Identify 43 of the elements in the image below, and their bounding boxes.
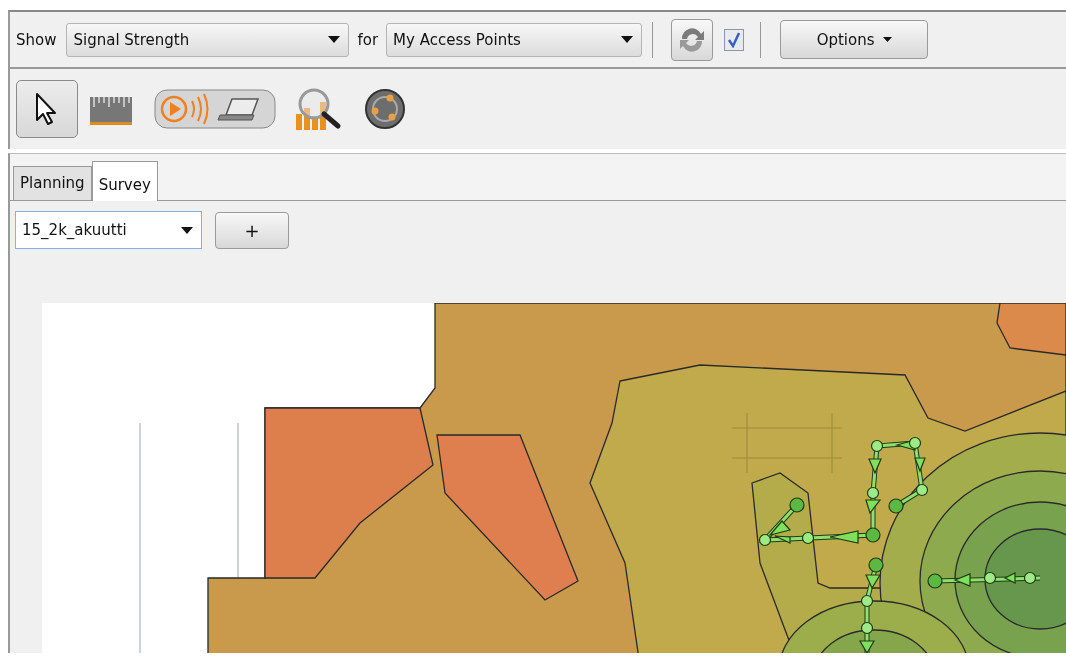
direction-arrow — [914, 457, 926, 473]
direction-arrow — [1003, 572, 1016, 584]
survey-point — [1023, 571, 1037, 585]
caret-icon — [882, 37, 892, 42]
direction-arrow — [829, 530, 859, 544]
for-dropdown[interactable]: My Access Points — [386, 22, 643, 57]
survey-point — [865, 527, 881, 543]
options-button[interactable]: Options — [780, 20, 929, 59]
caret-icon — [328, 36, 341, 43]
survey-point — [927, 573, 943, 589]
survey-point — [870, 439, 884, 453]
survey-point — [789, 497, 805, 513]
survey-point — [866, 486, 880, 500]
auto-refresh-checkbox[interactable] — [724, 28, 745, 51]
survey-point — [888, 498, 904, 514]
survey-point — [915, 483, 929, 497]
for-label: for — [357, 30, 379, 49]
pointer-icon — [35, 92, 59, 126]
analyze-icon — [296, 88, 342, 130]
survey-point — [983, 571, 997, 585]
direction-arrow — [868, 458, 882, 475]
add-floor-button[interactable]: + — [215, 211, 289, 249]
show-dropdown[interactable]: Signal Strength — [66, 22, 350, 57]
survey-point — [860, 594, 874, 608]
caret-icon — [181, 226, 193, 234]
direction-arrow — [953, 573, 971, 587]
floor-dropdown[interactable]: 15_2k_akuutti — [15, 211, 202, 249]
survey-point — [868, 557, 884, 573]
caret-icon — [621, 36, 634, 43]
tab[interactable]: Planning — [13, 166, 92, 200]
show-label: Show — [16, 30, 57, 49]
pointer-tool[interactable] — [16, 80, 78, 138]
survey-point — [758, 533, 772, 547]
survey-point — [860, 621, 874, 635]
direction-arrow — [865, 499, 882, 515]
survey-icon — [154, 89, 276, 129]
survey-point — [801, 531, 815, 545]
survey-point — [908, 436, 922, 450]
globe-icon — [364, 88, 406, 130]
refresh-button[interactable] — [671, 18, 714, 61]
direction-arrow — [865, 574, 882, 590]
direction-arrow — [858, 640, 876, 653]
tab[interactable]: Survey — [91, 161, 158, 201]
